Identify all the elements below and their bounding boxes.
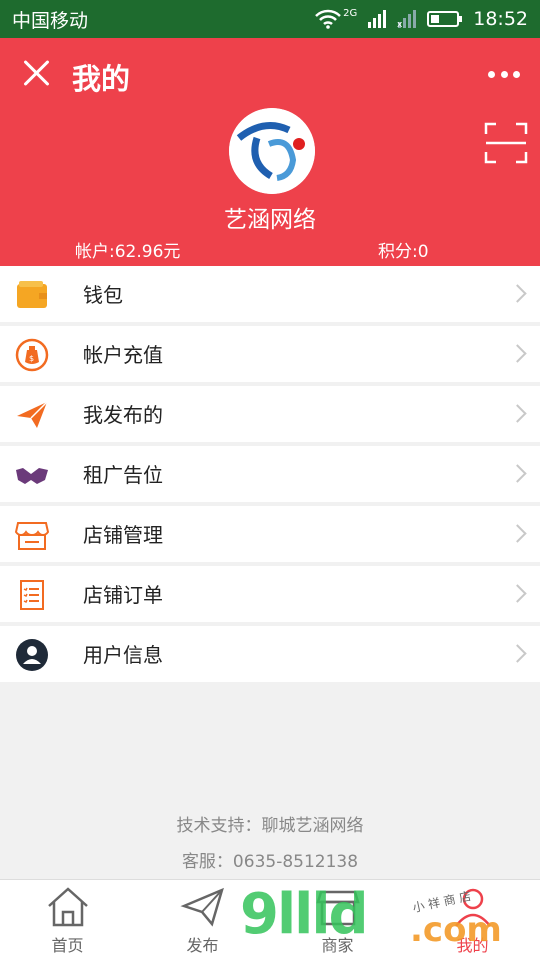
customer-service-text: 客服：0635-8512138 [181, 852, 359, 872]
menu-item-store-orders[interactable]: 店铺订单 [0, 566, 540, 622]
more-options-icon[interactable] [488, 69, 520, 81]
svg-text:$: $ [29, 354, 34, 363]
brand-name: 艺涵网络 [224, 207, 316, 233]
page-title: 我的 [72, 62, 131, 96]
status-icons: 2G x 18:52 [315, 8, 528, 30]
chevron-right-icon [508, 464, 527, 483]
tech-support-text: 技术支持：聊城艺涵网络 [176, 816, 364, 836]
store-icon [15, 522, 49, 550]
carrier-label: 中国移动 [12, 9, 89, 32]
profile-header: 我的 艺涵网络 帐户:62.96元 积分:0 [0, 38, 540, 266]
send-icon [179, 887, 224, 927]
menu-item-recharge[interactable]: $ 帐户充值 [0, 326, 540, 382]
account-balance: 帐户:62.96元 [75, 242, 181, 262]
watermark-text: 9llld [240, 882, 369, 947]
wifi-icon [315, 9, 341, 29]
menu-item-label: 租广告位 [83, 463, 163, 487]
chevron-right-icon [508, 644, 527, 663]
wallet-icon [17, 281, 47, 308]
menu-item-label: 店铺管理 [83, 523, 163, 547]
network-label: 2G [343, 7, 358, 19]
tab-home[interactable]: 首页 [0, 880, 135, 961]
menu-item-label: 店铺订单 [83, 583, 163, 607]
paper-plane-icon [17, 401, 48, 428]
battery-icon [427, 11, 463, 27]
user-icon [16, 639, 48, 671]
menu-item-my-posts[interactable]: 我发布的 [0, 386, 540, 442]
menu-item-store-manage[interactable]: 店铺管理 [0, 506, 540, 562]
svg-text:x: x [397, 20, 403, 29]
watermark-domain: .com [410, 910, 502, 950]
menu-item-label: 钱包 [83, 283, 123, 307]
chevron-right-icon [508, 524, 527, 543]
status-bar: 中国移动 2G x 18:52 [0, 0, 540, 38]
home-icon [47, 887, 88, 927]
menu-item-label: 用户信息 [83, 643, 163, 667]
menu-item-label: 我发布的 [83, 403, 163, 427]
clock-label: 18:52 [473, 8, 528, 30]
order-list-icon [20, 580, 44, 610]
points-balance: 积分:0 [378, 242, 429, 262]
chevron-right-icon [508, 344, 527, 363]
chevron-right-icon [508, 584, 527, 603]
chevron-right-icon [508, 404, 527, 423]
no-signal-icon: x [397, 10, 417, 29]
menu-item-wallet[interactable]: 钱包 [0, 266, 540, 322]
close-icon[interactable] [20, 57, 52, 89]
scan-icon[interactable] [484, 122, 528, 164]
money-bag-icon: $ [15, 338, 49, 372]
menu-item-label: 帐户充值 [83, 343, 163, 367]
signal-icon [368, 10, 387, 28]
handshake-icon [16, 468, 48, 484]
menu-item-user-info[interactable]: 用户信息 [0, 626, 540, 682]
menu-item-rent-ad[interactable]: 租广告位 [0, 446, 540, 502]
brand-logo [229, 108, 315, 194]
tab-label: 首页 [51, 936, 84, 955]
menu-list: 钱包 $ 帐户充值 我发布的 租广告位 店铺管理 店铺订单 用户信息 [0, 266, 540, 686]
chevron-right-icon [508, 284, 527, 303]
